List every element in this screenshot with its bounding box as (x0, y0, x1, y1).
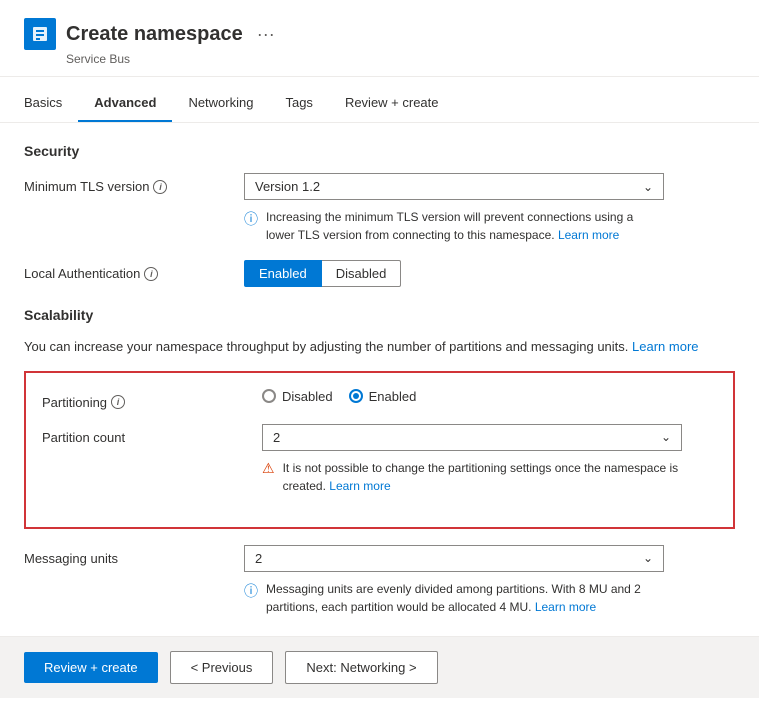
tab-tags[interactable]: Tags (269, 85, 328, 122)
scalability-section: Scalability You can increase your namesp… (24, 307, 735, 616)
tab-review-create[interactable]: Review + create (329, 85, 455, 122)
local-auth-toggle: Enabled Disabled (244, 260, 735, 287)
partitioning-enabled-radio[interactable] (349, 389, 363, 403)
tls-info-icon-blue: ⓘ (244, 209, 258, 229)
partition-count-label: Partition count (42, 430, 125, 445)
tab-networking[interactable]: Networking (172, 85, 269, 122)
messaging-units-info-icon: ⓘ (244, 581, 258, 601)
partitioning-label: Partitioning (42, 395, 107, 410)
local-auth-info-icon[interactable]: i (144, 267, 158, 281)
tls-version-row: Minimum TLS version i Version 1.2 ⌄ ⓘ In… (24, 173, 735, 244)
partition-count-arrow: ⌄ (661, 430, 671, 444)
partition-count-value: 2 (273, 430, 280, 445)
partitioning-disabled-label: Disabled (282, 389, 333, 404)
messaging-units-dropdown[interactable]: 2 ⌄ (244, 545, 664, 572)
messaging-units-link[interactable]: Learn more (535, 600, 596, 614)
tls-version-value: Version 1.2 (255, 179, 320, 194)
partition-warning-link[interactable]: Learn more (329, 479, 390, 493)
tls-dropdown-arrow: ⌄ (643, 180, 653, 194)
tls-learn-more-link[interactable]: Learn more (558, 228, 619, 242)
tls-version-dropdown[interactable]: Version 1.2 ⌄ (244, 173, 664, 200)
scalability-title: Scalability (24, 307, 735, 323)
local-auth-label: Local Authentication (24, 266, 140, 281)
next-button[interactable]: Next: Networking > (285, 651, 437, 684)
tls-info-box: ⓘ Increasing the minimum TLS version wil… (244, 208, 664, 244)
scalability-description: You can increase your namespace throughp… (24, 337, 735, 357)
service-bus-icon (24, 18, 56, 50)
partitioning-disabled-option[interactable]: Disabled (262, 389, 333, 404)
partitioning-info-icon[interactable]: i (111, 395, 125, 409)
partition-count-row: Partition count 2 ⌄ ⚠ It is not possible… (42, 424, 717, 495)
partitioning-row: Partitioning i Disabled Enabled (42, 389, 717, 410)
partitioning-enabled-label: Enabled (369, 389, 417, 404)
previous-button[interactable]: < Previous (170, 651, 274, 684)
partition-count-dropdown[interactable]: 2 ⌄ (262, 424, 682, 451)
tab-basics[interactable]: Basics (24, 85, 78, 122)
messaging-units-label: Messaging units (24, 551, 118, 566)
messaging-units-row: Messaging units 2 ⌄ ⓘ Messaging units ar… (24, 545, 735, 616)
tabs-nav: Basics Advanced Networking Tags Review +… (0, 85, 759, 123)
messaging-units-info-box: ⓘ Messaging units are evenly divided amo… (244, 580, 664, 616)
partition-warning-box: ⚠ It is not possible to change the parti… (262, 459, 682, 495)
local-auth-enabled-btn[interactable]: Enabled (244, 260, 322, 287)
messaging-units-arrow: ⌄ (643, 551, 653, 565)
tls-label: Minimum TLS version (24, 179, 149, 194)
footer: Review + create < Previous Next: Network… (0, 636, 759, 698)
tls-info-icon[interactable]: i (153, 180, 167, 194)
security-section-title: Security (24, 143, 735, 159)
scalability-learn-more-link[interactable]: Learn more (632, 339, 698, 354)
local-auth-disabled-btn[interactable]: Disabled (322, 260, 402, 287)
review-create-button[interactable]: Review + create (24, 652, 158, 683)
partition-warning-icon: ⚠ (262, 460, 275, 477)
messaging-units-value: 2 (255, 551, 262, 566)
page-subtitle: Service Bus (66, 52, 735, 66)
partitioning-box: Partitioning i Disabled Enabled (24, 371, 735, 529)
partitioning-enabled-option[interactable]: Enabled (349, 389, 417, 404)
page-title: Create namespace (66, 23, 243, 46)
tab-advanced[interactable]: Advanced (78, 85, 172, 122)
partitioning-radio-group: Disabled Enabled (262, 389, 717, 404)
partitioning-disabled-radio[interactable] (262, 389, 276, 403)
more-options-button[interactable]: ··· (257, 24, 275, 45)
local-auth-row: Local Authentication i Enabled Disabled (24, 260, 735, 287)
